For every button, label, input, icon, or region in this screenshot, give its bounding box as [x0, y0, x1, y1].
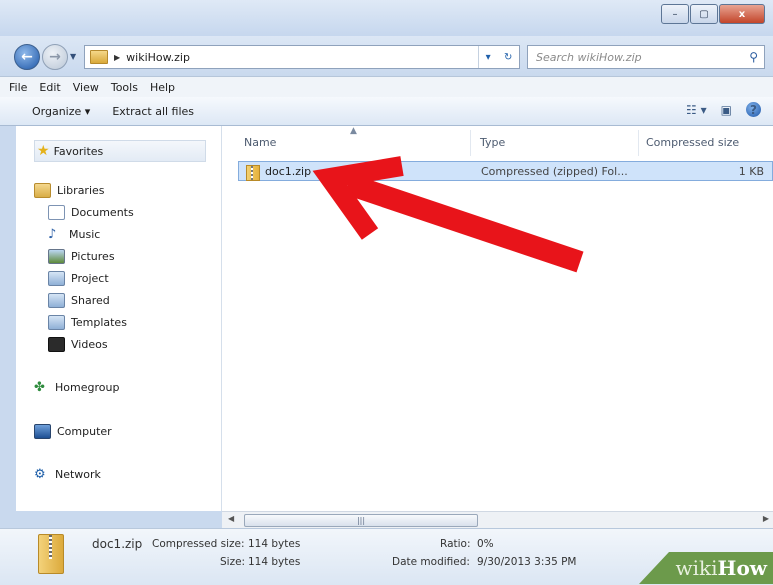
column-divider[interactable]: [470, 130, 471, 156]
project-icon: [48, 271, 65, 286]
watermark-how: How: [717, 556, 767, 580]
nav-music-label: Music: [69, 228, 101, 241]
nav-network[interactable]: ⚙ Network: [34, 467, 101, 482]
title-bar: – ▢ x: [0, 0, 773, 36]
menu-view[interactable]: View: [73, 81, 99, 94]
computer-icon: [34, 424, 51, 439]
column-name[interactable]: Name: [244, 126, 276, 158]
column-type[interactable]: Type: [480, 126, 505, 158]
scroll-left-icon[interactable]: ◀: [228, 514, 234, 523]
nav-project[interactable]: Project: [48, 271, 109, 286]
nav-templates[interactable]: Templates: [48, 315, 127, 330]
star-icon: ★: [37, 143, 50, 159]
nav-videos-label: Videos: [71, 338, 108, 351]
nav-homegroup-label: Homegroup: [55, 381, 120, 394]
address-bar[interactable]: ▶ wikiHow.zip ▾ ↻: [84, 45, 520, 69]
nav-templates-label: Templates: [71, 316, 127, 329]
nav-videos[interactable]: Videos: [48, 337, 108, 352]
preview-pane-icon[interactable]: ▣: [721, 103, 732, 117]
nav-shared[interactable]: Shared: [48, 293, 110, 308]
explorer-window: – ▢ x ← → ▼ ▶ wikiHow.zip ▾ ↻ Search wik…: [0, 0, 773, 585]
nav-computer-label: Computer: [57, 425, 112, 438]
refresh-icon[interactable]: ↻: [504, 52, 512, 63]
scroll-thumb[interactable]: |||: [244, 514, 478, 527]
network-icon: ⚙: [34, 467, 46, 482]
documents-icon: [48, 205, 65, 220]
nav-documents-label: Documents: [71, 206, 134, 219]
address-path[interactable]: wikiHow.zip: [126, 51, 190, 64]
homegroup-icon: ✤: [34, 380, 45, 395]
horizontal-scrollbar[interactable]: ◀ ||| ▶: [222, 511, 773, 529]
nav-computer[interactable]: Computer: [34, 424, 112, 439]
watermark-wiki: wiki: [675, 556, 718, 580]
zip-folder-icon: [90, 50, 108, 64]
search-icon[interactable]: ⚲: [749, 50, 758, 64]
column-divider[interactable]: [638, 130, 639, 156]
menu-edit[interactable]: Edit: [39, 81, 60, 94]
music-icon: ♪: [48, 227, 57, 242]
details-filename: doc1.zip: [92, 537, 143, 551]
navigation-pane: ★ Favorites Libraries Documents ♪ Music …: [16, 126, 222, 511]
details-compressed-value: 114 bytes: [248, 538, 301, 550]
templates-icon: [48, 315, 65, 330]
menu-bar: File Edit View Tools Help: [0, 76, 773, 98]
extract-all-button[interactable]: Extract all files: [112, 105, 194, 118]
search-placeholder[interactable]: Search wikiHow.zip: [536, 51, 749, 64]
file-type: Compressed (zipped) Fol...: [481, 165, 628, 178]
pictures-icon: [48, 249, 65, 264]
menu-file[interactable]: File: [9, 81, 27, 94]
address-dropdown-icon[interactable]: ▾: [486, 52, 491, 63]
details-compressed-label: Compressed size:: [152, 538, 245, 550]
search-box[interactable]: Search wikiHow.zip ⚲: [527, 45, 765, 69]
maximize-button[interactable]: ▢: [690, 4, 718, 24]
organize-button[interactable]: Organize ▾: [32, 105, 90, 118]
videos-icon: [48, 337, 65, 352]
breadcrumb-chevron-icon[interactable]: ▶: [114, 53, 120, 62]
menu-help[interactable]: Help: [150, 81, 175, 94]
zip-file-icon: [246, 165, 260, 181]
libraries-icon: [34, 183, 51, 198]
command-bar: Organize ▾ Extract all files ☷ ▾ ▣ ?: [0, 97, 773, 126]
nav-homegroup[interactable]: ✤ Homegroup: [34, 380, 119, 395]
nav-music[interactable]: ♪ Music: [48, 227, 100, 242]
details-modified-value: 9/30/2013 3:35 PM: [477, 556, 577, 568]
file-list: ▲ Name Type Compressed size doc1.zip Com…: [222, 126, 773, 511]
file-size: 1 KB: [738, 165, 764, 178]
nav-pictures-label: Pictures: [71, 250, 115, 263]
nav-favorites-label: Favorites: [53, 144, 104, 158]
recent-pages-dropdown[interactable]: ▼: [70, 52, 76, 61]
view-options-icon[interactable]: ☷ ▾: [686, 103, 707, 117]
details-size-label: Size:: [220, 556, 246, 568]
nav-pictures[interactable]: Pictures: [48, 249, 115, 264]
sort-ascending-icon: ▲: [350, 126, 357, 136]
nav-libraries-label: Libraries: [57, 184, 105, 197]
column-compressed-size[interactable]: Compressed size: [646, 126, 739, 158]
nav-libraries[interactable]: Libraries: [34, 183, 105, 198]
menu-tools[interactable]: Tools: [111, 81, 138, 94]
details-size-value: 114 bytes: [248, 556, 301, 568]
nav-favorites[interactable]: ★ Favorites: [34, 140, 206, 162]
file-row-doc1[interactable]: doc1.zip Compressed (zipped) Fol... 1 KB: [238, 161, 773, 181]
close-button[interactable]: x: [719, 4, 765, 24]
help-icon[interactable]: ?: [746, 102, 761, 117]
shared-icon: [48, 293, 65, 308]
file-name[interactable]: doc1.zip: [265, 165, 311, 178]
scroll-right-icon[interactable]: ▶: [763, 514, 769, 523]
details-ratio-label: Ratio:: [440, 538, 471, 550]
nav-project-label: Project: [71, 272, 109, 285]
navigation-row: ← → ▼ ▶ wikiHow.zip ▾ ↻ Search wikiHow.z…: [0, 36, 773, 76]
forward-button[interactable]: →: [42, 44, 68, 70]
details-modified-label: Date modified:: [392, 556, 470, 568]
nav-shared-label: Shared: [71, 294, 110, 307]
details-ratio-value: 0%: [477, 538, 494, 550]
back-button[interactable]: ←: [14, 44, 40, 70]
nav-network-label: Network: [55, 468, 101, 481]
zip-file-large-icon: [38, 534, 64, 574]
minimize-button[interactable]: –: [661, 4, 689, 24]
nav-documents[interactable]: Documents: [48, 205, 134, 220]
